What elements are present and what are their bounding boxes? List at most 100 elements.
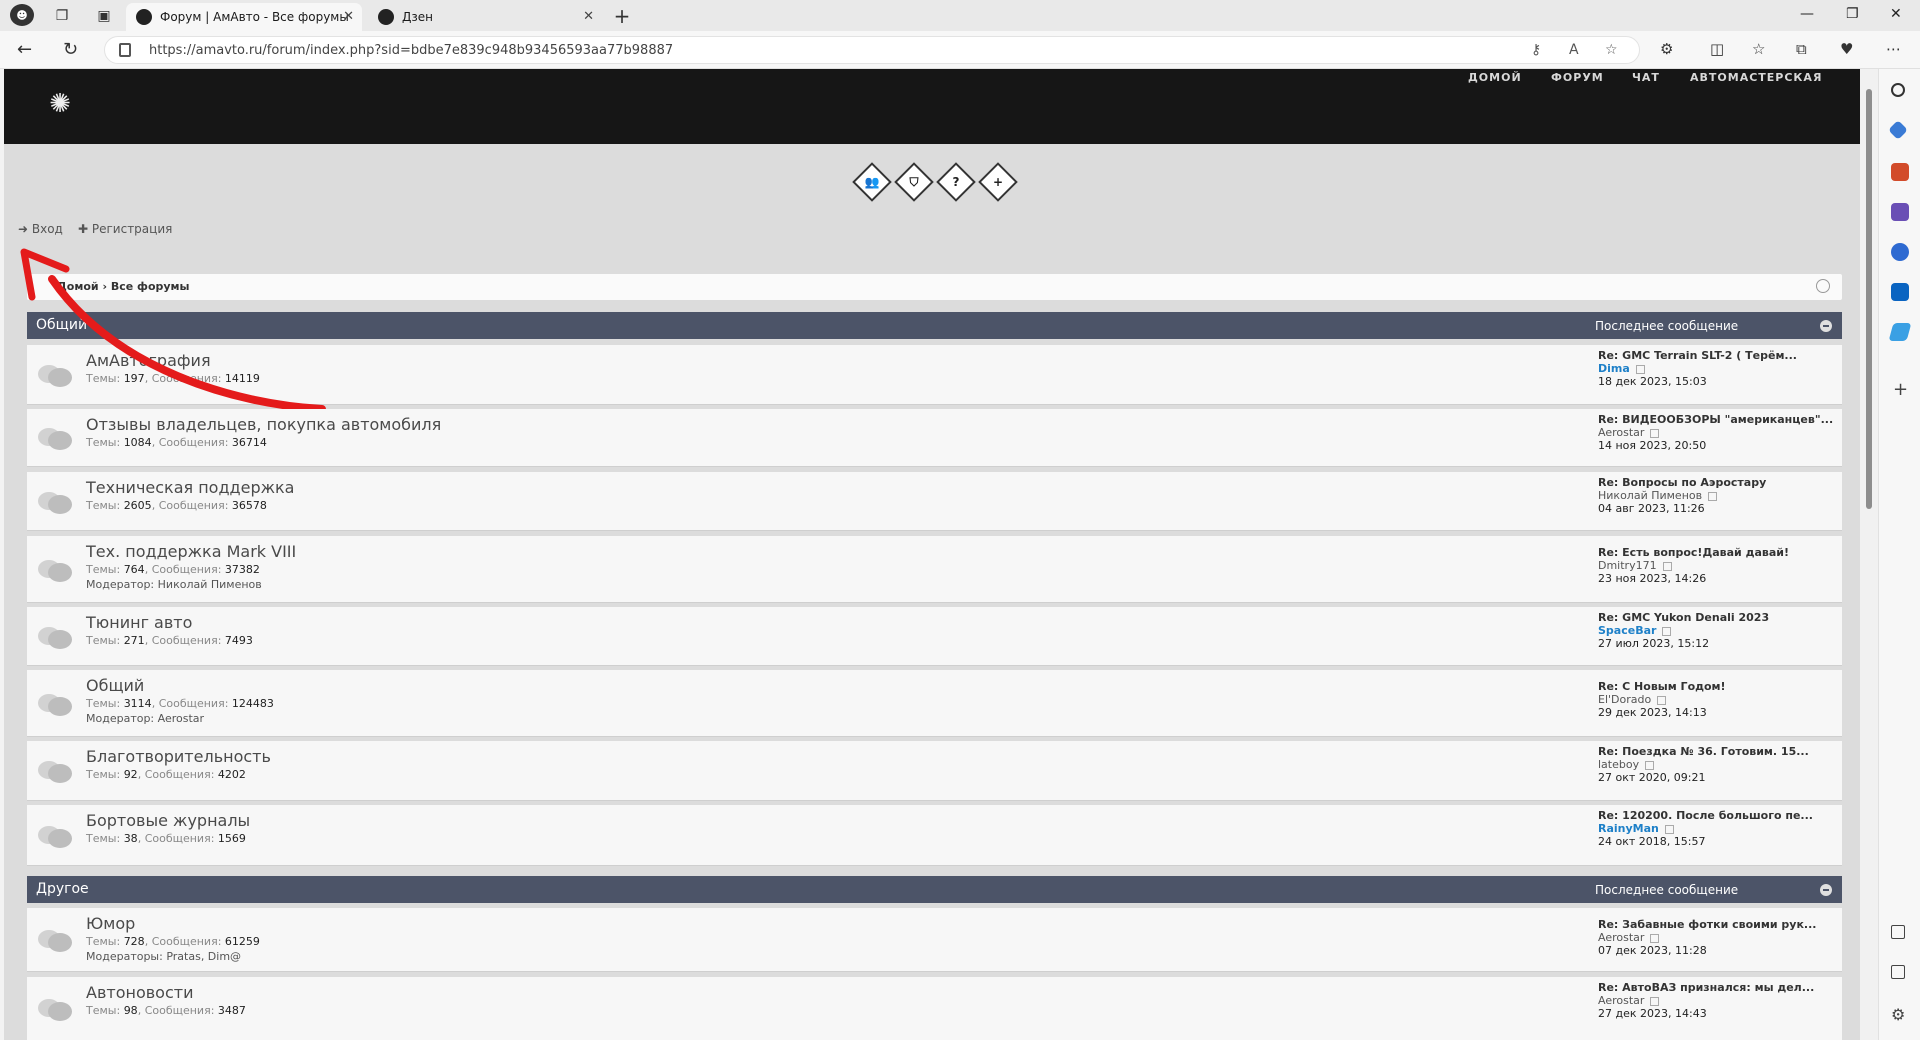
forum-title-link[interactable]: Автоновости [86,983,193,1002]
tab-close-icon[interactable]: ✕ [343,9,354,24]
last-post-author-name[interactable]: SpaceBar [1598,624,1656,637]
forum-title-link[interactable]: Благотворительность [86,747,271,766]
forum-title-link[interactable]: Тюнинг авто [86,613,192,632]
site-logo[interactable]: ✺ [47,89,73,119]
open-external-icon[interactable] [1891,965,1905,979]
category-title[interactable]: Другое [36,881,89,897]
last-post-author[interactable]: Dmitry171 [1598,559,1672,572]
close-window-icon[interactable]: ✕ [1890,6,1902,22]
last-post-author-name[interactable]: Николай Пименов [1598,489,1702,502]
go-to-post-icon[interactable] [1635,364,1645,374]
minimize-icon[interactable]: — [1800,6,1814,22]
vertical-tabs-icon[interactable]: ▣ [94,6,114,26]
go-to-post-icon[interactable] [1708,491,1718,501]
collapse-category-icon[interactable] [1820,320,1832,332]
page-scrollbar[interactable] [1860,69,1878,1040]
moderator-link[interactable]: Pratas, Dim@ [166,950,241,963]
url-field[interactable]: https://amavto.ru/forum/index.php?sid=bd… [104,36,1640,64]
go-to-post-icon[interactable] [1650,996,1660,1006]
last-post-title-link[interactable]: Re: 120200. После большого пе... [1598,809,1813,822]
forum-title-link[interactable]: Бортовые журналы [86,811,250,830]
last-post-author[interactable]: Aerostar [1598,931,1660,944]
last-post-author[interactable]: SpaceBar [1598,624,1672,637]
last-post-title-link[interactable]: Re: Поездка № 36. Готовим. 15... [1598,745,1809,758]
tab-dzen[interactable]: Дзен ✕ [368,3,602,31]
last-post-title-link[interactable]: Re: Вопросы по Аэростару [1598,476,1766,489]
members-button[interactable]: 👥 [852,162,892,202]
forum-title-link[interactable]: Отзывы владельцев, покупка автомобиля [86,415,441,434]
toolbox-icon[interactable] [1891,163,1909,181]
new-tab-icon[interactable]: + [612,4,632,28]
read-aloud-icon[interactable]: A [1569,42,1579,58]
last-post-author[interactable]: RainyMan [1598,822,1674,835]
go-to-post-icon[interactable] [1662,561,1672,571]
forum-title-link[interactable]: Тех. поддержка Mark VIII [86,542,296,561]
browser-essentials-icon[interactable]: ♥ [1840,40,1853,58]
breadcrumb-home[interactable]: Домой [57,280,99,293]
profile-avatar-icon[interactable]: ☻ [10,4,34,26]
favorites-icon[interactable]: ☆ [1752,40,1765,58]
last-post-author-name[interactable]: El'Dorado [1598,693,1651,706]
last-post-title-link[interactable]: Re: ВИДЕООБЗОРЫ "американцев"... [1598,413,1833,426]
search-icon[interactable] [1891,83,1905,97]
last-post-title-link[interactable]: Re: С Новым Годом! [1598,680,1726,693]
team-button[interactable]: ⛉ [894,162,934,202]
last-post-author-name[interactable]: Dima [1598,362,1630,375]
last-post-author[interactable]: lateboy [1598,758,1655,771]
add-sidebar-app-icon[interactable]: + [1893,379,1911,400]
moderator-link[interactable]: Aerostar [158,712,204,725]
tab-forum[interactable]: Форум | АмАвто - Все форумы ✕ [126,3,362,31]
last-post-title-link[interactable]: Re: АвтоВАЗ признался: мы дел... [1598,981,1814,994]
shopping-tag-icon[interactable] [1888,120,1908,140]
sidebar-settings-icon[interactable]: ⚙ [1891,1005,1909,1024]
go-to-post-icon[interactable] [1650,933,1660,943]
restore-icon[interactable]: ❐ [1846,6,1859,22]
workspaces-icon[interactable]: ❐ [52,6,72,26]
last-post-author[interactable]: Dima [1598,362,1645,375]
tab-close-icon[interactable]: ✕ [583,9,594,24]
last-post-title-link[interactable]: Re: Есть вопрос!Давай давай! [1598,546,1789,559]
collections-icon[interactable]: ⧉ [1796,40,1807,58]
key-icon[interactable]: ⚷ [1531,42,1541,58]
last-post-title-link[interactable]: Re: GMC Terrain SLT-2 ( Терём... [1598,349,1797,362]
collapse-category-icon[interactable] [1820,884,1832,896]
go-to-post-icon[interactable] [1662,626,1672,636]
nav-automasterskaya[interactable]: АВТОМАСТЕРСКАЯ [1690,71,1822,84]
refresh-icon[interactable]: ↻ [63,39,78,60]
last-post-author-name[interactable]: Dmitry171 [1598,559,1657,572]
moderator-link[interactable]: Николай Пименов [158,578,262,591]
register-link[interactable]: ✚ Регистрация [78,222,172,236]
nav-home[interactable]: ДОМОЙ [1468,71,1522,84]
scroll-thumb[interactable] [1866,89,1872,509]
microsoft-365-icon[interactable] [1891,243,1909,261]
last-post-author-name[interactable]: lateboy [1598,758,1639,771]
sidebar-layout-icon[interactable] [1891,925,1905,939]
go-to-post-icon[interactable] [1645,760,1655,770]
go-to-post-icon[interactable] [1664,824,1674,834]
login-link[interactable]: ➜ Вход [18,222,63,236]
category-title[interactable]: Общий [36,317,87,333]
forum-title-link[interactable]: АмАвтография [86,351,211,370]
last-post-author-name[interactable]: Aerostar [1598,994,1644,1007]
outlook-icon[interactable] [1891,283,1909,301]
url-text[interactable]: https://amavto.ru/forum/index.php?sid=bd… [149,43,673,58]
menu-dots-icon[interactable]: ⋯ [1886,40,1901,58]
back-icon[interactable]: ← [17,39,32,60]
last-post-title-link[interactable]: Re: Забавные фотки своими рук... [1598,918,1816,931]
games-icon[interactable] [1891,203,1909,221]
forum-title-link[interactable]: Юмор [86,914,135,933]
register-diamond-button[interactable]: + [978,162,1018,202]
last-post-author[interactable]: El'Dorado [1598,693,1667,706]
last-post-author[interactable]: Aerostar [1598,426,1660,439]
last-post-author[interactable]: Николай Пименов [1598,489,1718,502]
favorite-star-icon[interactable]: ☆ [1605,42,1618,58]
faq-button[interactable]: ? [936,162,976,202]
go-to-post-icon[interactable] [1657,695,1667,705]
split-screen-icon[interactable]: ◫ [1710,40,1724,58]
last-post-author-name[interactable]: RainyMan [1598,822,1659,835]
forum-title-link[interactable]: Техническая поддержка [86,478,294,497]
last-post-author[interactable]: Aerostar [1598,994,1660,1007]
nav-forum[interactable]: ФОРУМ [1551,71,1604,84]
nav-chat[interactable]: ЧАТ [1632,71,1660,84]
forum-title-link[interactable]: Общий [86,676,144,695]
